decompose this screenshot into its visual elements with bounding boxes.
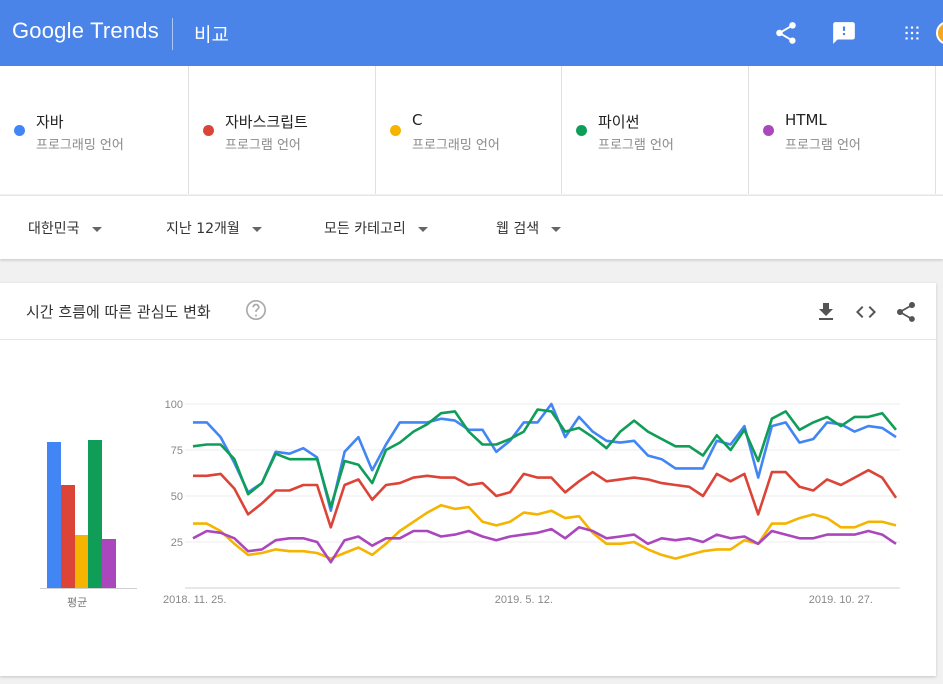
series-color-dot <box>14 125 25 136</box>
x-tick-label: 2019. 10. 27. <box>809 594 873 606</box>
share-icon[interactable] <box>894 300 918 324</box>
top-bar: Google Trends 비교 <box>0 0 943 66</box>
avatar[interactable] <box>936 21 943 45</box>
search-type-dropdown[interactable]: 웹 검색 <box>496 218 562 238</box>
apps-icon[interactable] <box>899 20 925 46</box>
term-category: 프로그램 언어 <box>785 138 861 153</box>
y-tick-label: 75 <box>171 445 183 457</box>
term-card-javascript[interactable]: 자바스크립트 프로그램 언어 <box>189 66 376 194</box>
series-color-dot <box>763 125 774 136</box>
filter-bar: 대한민국 지난 12개월 모든 카테고리 웹 검색 <box>0 195 943 259</box>
search-type-label: 웹 검색 <box>496 221 540 237</box>
term-card-c[interactable]: C 프로그래밍 언어 <box>376 66 562 194</box>
average-label: 평균 <box>67 596 88 609</box>
feedback-icon[interactable] <box>831 20 857 46</box>
chevron-down-icon <box>417 226 428 232</box>
logo-trends-text: Trends <box>90 18 159 43</box>
logo-google-text: Google <box>12 18 85 43</box>
term-card-java[interactable]: 자바 프로그래밍 언어 <box>0 66 189 194</box>
card-title: 시간 흐름에 따른 관심도 변화 <box>26 303 211 321</box>
topbar-divider <box>172 18 173 50</box>
average-bar[interactable] <box>88 440 102 589</box>
y-tick-label: 50 <box>171 491 183 503</box>
chevron-down-icon <box>91 226 102 232</box>
term-category: 프로그램 언어 <box>598 138 674 153</box>
term-name: 자바 <box>36 113 64 131</box>
term-card-html[interactable]: HTML 프로그램 언어 <box>749 66 936 194</box>
term-category: 프로그램 언어 <box>225 138 301 153</box>
y-tick-label: 100 <box>165 399 183 411</box>
comparison-terms: 자바 프로그래밍 언어 자바스크립트 프로그램 언어 C 프로그래밍 언어 파이… <box>0 66 943 194</box>
average-axis-line <box>40 588 137 589</box>
term-category: 프로그래밍 언어 <box>36 138 124 153</box>
help-icon[interactable] <box>245 299 267 321</box>
x-tick-label: 2019. 5. 12. <box>495 594 553 606</box>
y-tick-label: 25 <box>171 537 183 549</box>
series-line[interactable] <box>193 468 898 529</box>
period-label: 지난 12개월 <box>166 221 240 237</box>
google-trends-logo[interactable]: Google Trends <box>12 18 159 44</box>
term-card-python[interactable]: 파이썬 프로그램 언어 <box>562 66 749 194</box>
region-dropdown[interactable]: 대한민국 <box>28 218 102 238</box>
region-label: 대한민국 <box>28 221 80 237</box>
period-dropdown[interactable]: 지난 12개월 <box>166 218 262 238</box>
category-label: 모든 카테고리 <box>324 221 406 237</box>
series-line[interactable] <box>192 408 897 509</box>
series-line[interactable] <box>192 526 897 564</box>
chevron-down-icon <box>551 226 562 232</box>
term-name: HTML <box>785 111 827 129</box>
term-category: 프로그래밍 언어 <box>412 138 500 153</box>
chevron-down-icon <box>251 226 262 232</box>
average-bar[interactable] <box>102 538 116 589</box>
average-bar[interactable] <box>75 535 89 589</box>
series-color-dot <box>390 125 401 136</box>
term-name: C <box>412 111 423 129</box>
average-bar[interactable] <box>61 484 75 589</box>
average-bars <box>47 403 127 589</box>
page-title: 비교 <box>194 24 229 46</box>
term-name: 파이썬 <box>598 113 640 131</box>
series-color-dot <box>203 125 214 136</box>
series-color-dot <box>576 125 587 136</box>
card-header: 시간 흐름에 따른 관심도 변화 <box>0 283 936 340</box>
interest-over-time-card: 시간 흐름에 따른 관심도 변화 평균 25 50 75 100 2018. 11. 2… <box>0 283 936 676</box>
embed-code-icon[interactable] <box>854 300 878 324</box>
share-icon[interactable] <box>773 20 799 46</box>
term-name: 자바스크립트 <box>225 113 308 131</box>
interest-line-chart: 25 50 75 100 2018. 11. 25. 2019. 5. 12. 2019. … <box>163 399 900 606</box>
x-tick-label: 2018. 11. 25. <box>163 594 226 606</box>
category-dropdown[interactable]: 모든 카테고리 <box>324 218 428 238</box>
download-icon[interactable] <box>814 300 838 324</box>
average-bar[interactable] <box>47 442 61 589</box>
